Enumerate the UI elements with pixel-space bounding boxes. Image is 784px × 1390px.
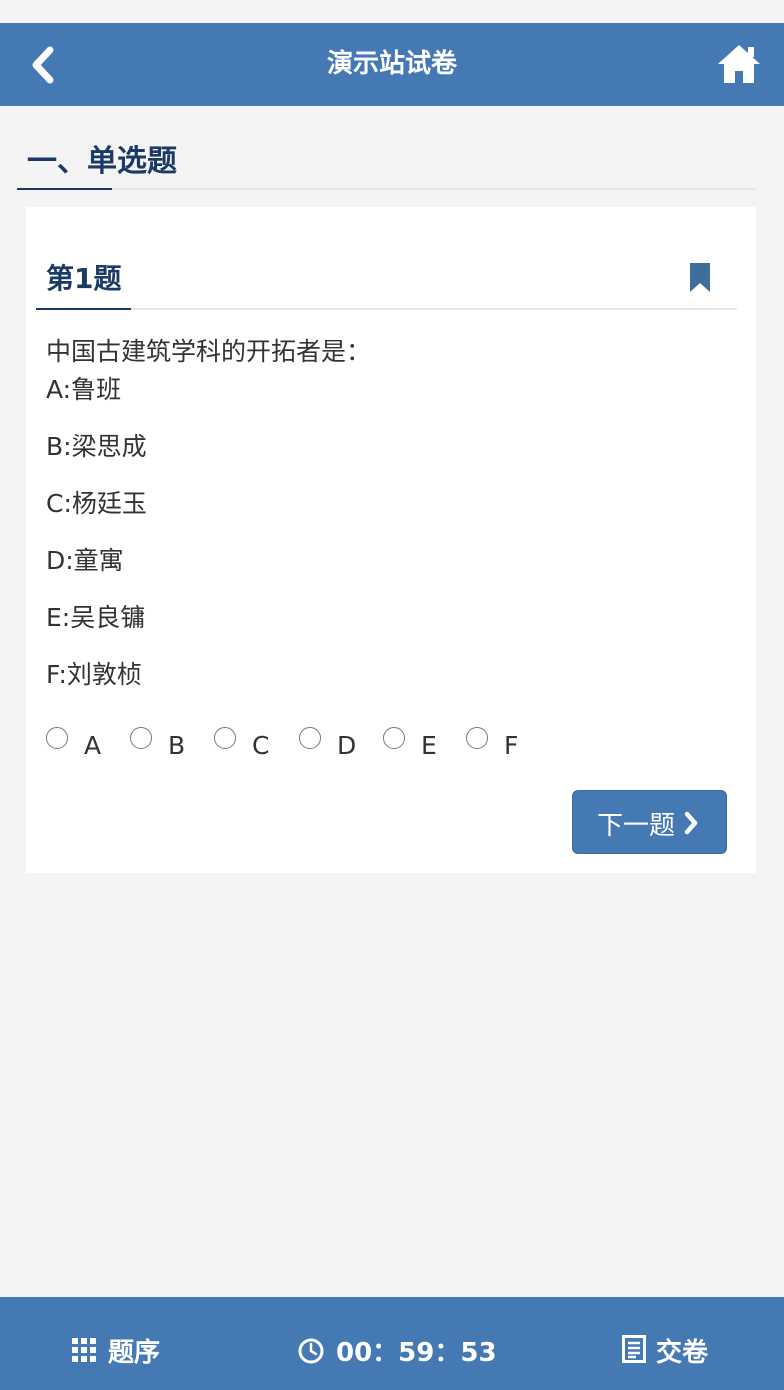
- question-order-button[interactable]: 题序: [72, 1297, 182, 1390]
- radio-button[interactable]: [46, 727, 68, 749]
- section-header: 一、单选题: [17, 130, 756, 190]
- page-title: 演示站试卷: [326, 49, 457, 79]
- option-text: F:刘敦桢: [46, 660, 142, 689]
- countdown-timer: 00：59：53: [296, 1297, 516, 1390]
- choice-label: A: [84, 731, 102, 760]
- submit-exam-button[interactable]: 交卷: [622, 1297, 722, 1390]
- choice-label: E: [421, 731, 437, 760]
- question-card: 第1题 中国古建筑学科的开拓者是： A:鲁班 B:梁思成 C:杨廷玉 D:童寓 …: [26, 207, 756, 873]
- question-underline: [36, 308, 131, 310]
- section-title: 一、单选题: [27, 144, 177, 179]
- section-underline: [17, 188, 112, 190]
- bookmark-icon: [690, 263, 710, 292]
- radio-button[interactable]: [383, 727, 405, 749]
- submit-exam-label: 交卷: [656, 1338, 709, 1368]
- choice-label: D: [337, 731, 357, 760]
- home-button[interactable]: [716, 43, 762, 85]
- bookmark-button[interactable]: [689, 263, 711, 293]
- clock-icon: [298, 1338, 324, 1364]
- answer-choices: A B C D E F: [46, 725, 646, 765]
- option-text: B:梁思成: [46, 432, 147, 461]
- question-number: 第1题: [46, 262, 122, 295]
- bottom-toolbar: 题序 00：59：53 交卷: [0, 1297, 784, 1390]
- radio-button[interactable]: [130, 727, 152, 749]
- question-text: 中国古建筑学科的开拓者是：: [46, 337, 372, 366]
- chevron-right-icon: [684, 811, 698, 835]
- grid-icon: [72, 1338, 96, 1362]
- radio-button[interactable]: [214, 727, 236, 749]
- question-order-label: 题序: [108, 1338, 161, 1368]
- option-text: C:杨廷玉: [46, 489, 147, 518]
- choice-label: F: [504, 731, 519, 760]
- home-icon: [718, 45, 760, 83]
- next-question-label: 下一题: [597, 811, 676, 841]
- option-text: A:鲁班: [46, 375, 122, 404]
- next-question-button[interactable]: 下一题: [572, 790, 727, 854]
- choice-label: C: [252, 731, 270, 760]
- option-text: D:童寓: [46, 546, 124, 575]
- radio-button[interactable]: [466, 727, 488, 749]
- question-header: 第1题: [36, 247, 737, 310]
- radio-button[interactable]: [299, 727, 321, 749]
- timer-value: 00：59：53: [336, 1338, 497, 1368]
- option-text: E:吴良镛: [46, 603, 146, 632]
- document-list-icon: [622, 1335, 646, 1363]
- choice-label: B: [168, 731, 186, 760]
- top-navigation-bar: 演示站试卷: [0, 23, 784, 106]
